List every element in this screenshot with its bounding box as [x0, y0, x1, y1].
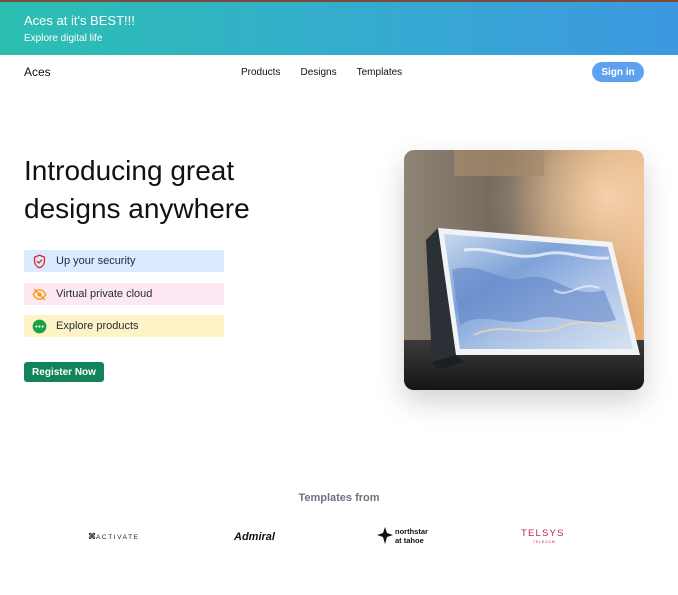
nav-link-templates[interactable]: Templates: [357, 67, 403, 78]
nav-links: Products Designs Templates: [241, 67, 402, 78]
feature-security: Up your security: [24, 250, 224, 272]
shield-icon: [32, 254, 47, 269]
hero-title: Introducing great designs anywhere: [24, 155, 250, 224]
navbar: Aces Products Designs Templates Sign in: [0, 55, 678, 91]
logo-admiral: Admiral: [233, 522, 293, 550]
more-dots-icon: [32, 319, 47, 334]
nav-link-designs[interactable]: Designs: [300, 67, 336, 78]
feature-private-cloud-label: Virtual private cloud: [56, 288, 153, 300]
templates-heading: Templates from: [298, 492, 380, 504]
register-now-button[interactable]: Register Now: [24, 362, 104, 382]
logo-telsys: TELSYS TELECOM: [521, 522, 581, 550]
sign-in-button[interactable]: Sign in: [592, 62, 644, 82]
feature-explore-products: Explore products: [24, 315, 224, 337]
logo-northstar-text: northstar: [395, 527, 428, 536]
banner-title: Aces at it's BEST!!!: [24, 13, 135, 28]
eye-off-icon: [32, 287, 47, 302]
hero-laptop-image: [404, 150, 644, 390]
banner-subtitle: Explore digital life: [24, 33, 103, 44]
brand-logo[interactable]: Aces: [24, 65, 51, 79]
top-banner: Aces at it's BEST!!! Explore digital lif…: [0, 0, 678, 55]
feature-security-label: Up your security: [56, 255, 136, 267]
logo-telsys-text: TELSYS: [521, 528, 565, 539]
feature-explore-products-label: Explore products: [56, 320, 139, 332]
logo-northstar: northstar at tahoe: [377, 522, 437, 550]
feature-private-cloud: Virtual private cloud: [24, 283, 224, 305]
logo-activate: ⌘ ACTIVATE: [88, 522, 148, 550]
svg-text:⌘: ⌘: [88, 532, 96, 541]
logo-admiral-text: Admiral: [233, 531, 276, 543]
logo-telsys-sub: TELECOM: [533, 540, 556, 544]
logo-northstar-sub: at tahoe: [395, 536, 424, 545]
logo-activate-text: ACTIVATE: [96, 534, 140, 541]
nav-link-products[interactable]: Products: [241, 67, 280, 78]
